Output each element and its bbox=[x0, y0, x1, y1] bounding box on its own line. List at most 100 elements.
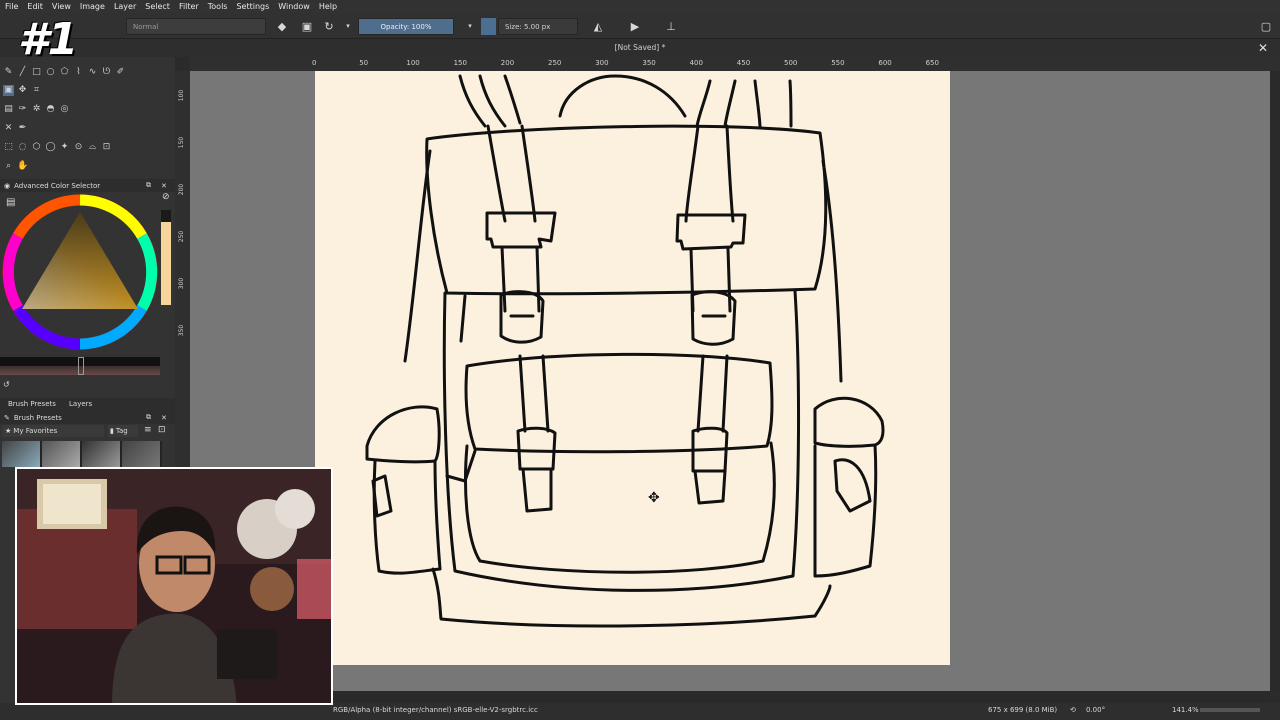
ruler-tick-label: 450 bbox=[736, 59, 751, 67]
toolbox-row: ✕ ✒ bbox=[3, 123, 28, 137]
color-picker-icon[interactable]: ✑ bbox=[17, 104, 28, 115]
color-selector-header: ◉ Advanced Color Selector ⧉ ✕ bbox=[0, 179, 175, 192]
ruler-tick-label: 50 bbox=[359, 59, 369, 67]
brush-preset-item[interactable] bbox=[42, 441, 80, 467]
close-icon[interactable]: ✕ bbox=[1258, 41, 1268, 55]
brush-preset-item[interactable] bbox=[122, 441, 160, 467]
ruler-tick-label: 200 bbox=[500, 59, 515, 67]
brush-presets-header: ✎ Brush Presets ⧉ ✕ bbox=[0, 411, 175, 424]
ruler-tick-label: 250 bbox=[548, 59, 562, 67]
tag-icon: ▮ bbox=[110, 427, 114, 435]
color-selector-title: Advanced Color Selector bbox=[14, 181, 101, 190]
brush-icon[interactable]: ✎ bbox=[3, 67, 14, 78]
chevron-down-icon[interactable]: ▾ bbox=[344, 18, 352, 34]
ellipse-select-icon[interactable]: ◌ bbox=[17, 142, 28, 153]
move-icon[interactable]: ✥ bbox=[17, 85, 28, 96]
brush-preset-item[interactable] bbox=[2, 441, 40, 467]
pan-icon[interactable]: ✋ bbox=[17, 161, 28, 172]
backpack-sketch bbox=[365, 74, 885, 628]
ruler-tick-label: 600 bbox=[878, 59, 892, 67]
freehand-path-icon[interactable]: ᘎ bbox=[101, 67, 112, 78]
bezier-select-icon[interactable]: ⌓ bbox=[87, 142, 98, 153]
rotation-value[interactable]: 0.00° bbox=[1086, 706, 1105, 714]
smart-patch-icon[interactable]: ✲ bbox=[31, 104, 42, 115]
opacity-slider[interactable]: Opacity: 100% bbox=[358, 18, 454, 35]
mirror-icon[interactable]: ◭ bbox=[591, 18, 605, 34]
ruler-tick-label: 300 bbox=[595, 59, 609, 67]
rect-select-icon[interactable]: ⬚ bbox=[3, 142, 14, 153]
fill-icon[interactable]: ◓ bbox=[45, 104, 56, 115]
collapse-icon[interactable]: ⊡ bbox=[158, 425, 166, 435]
ruler-tick-label: 200 bbox=[178, 183, 186, 196]
eraser-icon[interactable]: ◆ bbox=[275, 18, 289, 34]
menu-file[interactable]: File bbox=[5, 2, 18, 11]
menu-filter[interactable]: Filter bbox=[179, 2, 199, 11]
line-icon[interactable]: ╱ bbox=[17, 67, 28, 78]
magic-wand-icon[interactable]: ✦ bbox=[59, 142, 70, 153]
vertical-scrollbar[interactable] bbox=[1270, 71, 1280, 691]
size-swatch bbox=[481, 18, 496, 35]
menu-window[interactable]: Window bbox=[278, 2, 310, 11]
path-icon[interactable]: ∿ bbox=[87, 67, 98, 78]
menu-tools[interactable]: Tools bbox=[208, 2, 228, 11]
menu-view[interactable]: View bbox=[52, 2, 71, 11]
zoom-value[interactable]: 141.4% bbox=[1172, 706, 1199, 714]
size-slider[interactable]: Size: 5.00 px bbox=[498, 18, 578, 35]
menu-select[interactable]: Select bbox=[145, 2, 170, 11]
freehand-select-icon[interactable]: ◯ bbox=[45, 142, 56, 153]
chevron-down-icon[interactable]: ▾ bbox=[466, 18, 474, 34]
magnetic-select-icon[interactable]: ⊡ bbox=[101, 142, 112, 153]
document-title[interactable]: [Not Saved] * bbox=[615, 43, 666, 52]
alpha-lock-icon[interactable]: ▣ bbox=[300, 18, 314, 34]
rectangle-icon[interactable]: □ bbox=[31, 67, 42, 78]
rotate-icon[interactable]: ⟲ bbox=[1070, 706, 1076, 714]
close-icon[interactable]: ✕ bbox=[161, 414, 167, 422]
horizontal-scrollbar[interactable] bbox=[190, 691, 1270, 703]
float-icon[interactable]: ⧉ bbox=[146, 413, 151, 422]
ruler-tick-label: 100 bbox=[178, 89, 186, 102]
brush-icon: ✎ bbox=[4, 413, 10, 422]
blend-mode-select[interactable]: Normal bbox=[126, 18, 266, 35]
menu-layer[interactable]: Layer bbox=[114, 2, 136, 11]
measure-icon[interactable]: ✒ bbox=[17, 123, 28, 134]
polyline-icon[interactable]: ⌇ bbox=[73, 67, 84, 78]
horizontal-ruler bbox=[190, 57, 1280, 71]
ruler-tick-label: 250 bbox=[178, 230, 186, 243]
tab-brush-presets[interactable]: Brush Presets bbox=[8, 400, 56, 408]
menu-image[interactable]: Image bbox=[80, 2, 105, 11]
wrap-icon[interactable]: ⊥ bbox=[664, 18, 678, 34]
polygon-icon[interactable]: ⬠ bbox=[59, 67, 70, 78]
tag-button[interactable]: ▮ Tag bbox=[108, 425, 138, 437]
menu-help[interactable]: Help bbox=[319, 2, 337, 11]
tab-layers[interactable]: Layers bbox=[69, 400, 92, 408]
menu-icon[interactable]: ≡ bbox=[144, 425, 152, 435]
polygon-select-icon[interactable]: ⬡ bbox=[31, 142, 42, 153]
color-wheel[interactable] bbox=[0, 192, 175, 352]
zoom-slider[interactable] bbox=[1200, 708, 1260, 712]
color-space-status: RGB/Alpha (8-bit integer/channel) sRGB-e… bbox=[333, 706, 538, 714]
crop-icon[interactable]: ⌗ bbox=[31, 85, 42, 96]
zoom-icon[interactable]: ⌕ bbox=[3, 161, 14, 172]
dynamic-brush-icon[interactable]: ✐ bbox=[115, 67, 126, 78]
float-icon[interactable]: ⧉ bbox=[146, 181, 151, 190]
refresh-icon[interactable]: ↺ bbox=[3, 380, 10, 389]
tag-label: Tag bbox=[115, 427, 128, 435]
enclose-fill-icon[interactable]: ◎ bbox=[59, 104, 70, 115]
favorites-select[interactable]: ★ My Favorites bbox=[2, 425, 104, 437]
shade-cursor bbox=[78, 357, 84, 375]
ellipse-icon[interactable]: ○ bbox=[45, 67, 56, 78]
ruler-tick-label: 350 bbox=[642, 59, 656, 67]
similar-select-icon[interactable]: ⊙ bbox=[73, 142, 84, 153]
assistant-icon[interactable]: ✕ bbox=[3, 123, 14, 134]
gradient-icon[interactable]: ▤ bbox=[3, 104, 14, 115]
reload-icon[interactable]: ↻ bbox=[322, 18, 336, 34]
ruler-tick-label: 150 bbox=[178, 136, 186, 149]
ruler-tick-label: 100 bbox=[406, 59, 420, 67]
select-shapes-icon[interactable]: ▣ bbox=[3, 85, 14, 96]
menu-settings[interactable]: Settings bbox=[236, 2, 269, 11]
mirror-icon[interactable]: ▶ bbox=[628, 18, 642, 34]
close-icon[interactable]: ✕ bbox=[161, 182, 167, 190]
panel-toggle-icon[interactable]: ▢ bbox=[1259, 18, 1273, 34]
menu-edit[interactable]: Edit bbox=[27, 2, 43, 11]
brush-preset-item[interactable] bbox=[82, 441, 120, 467]
